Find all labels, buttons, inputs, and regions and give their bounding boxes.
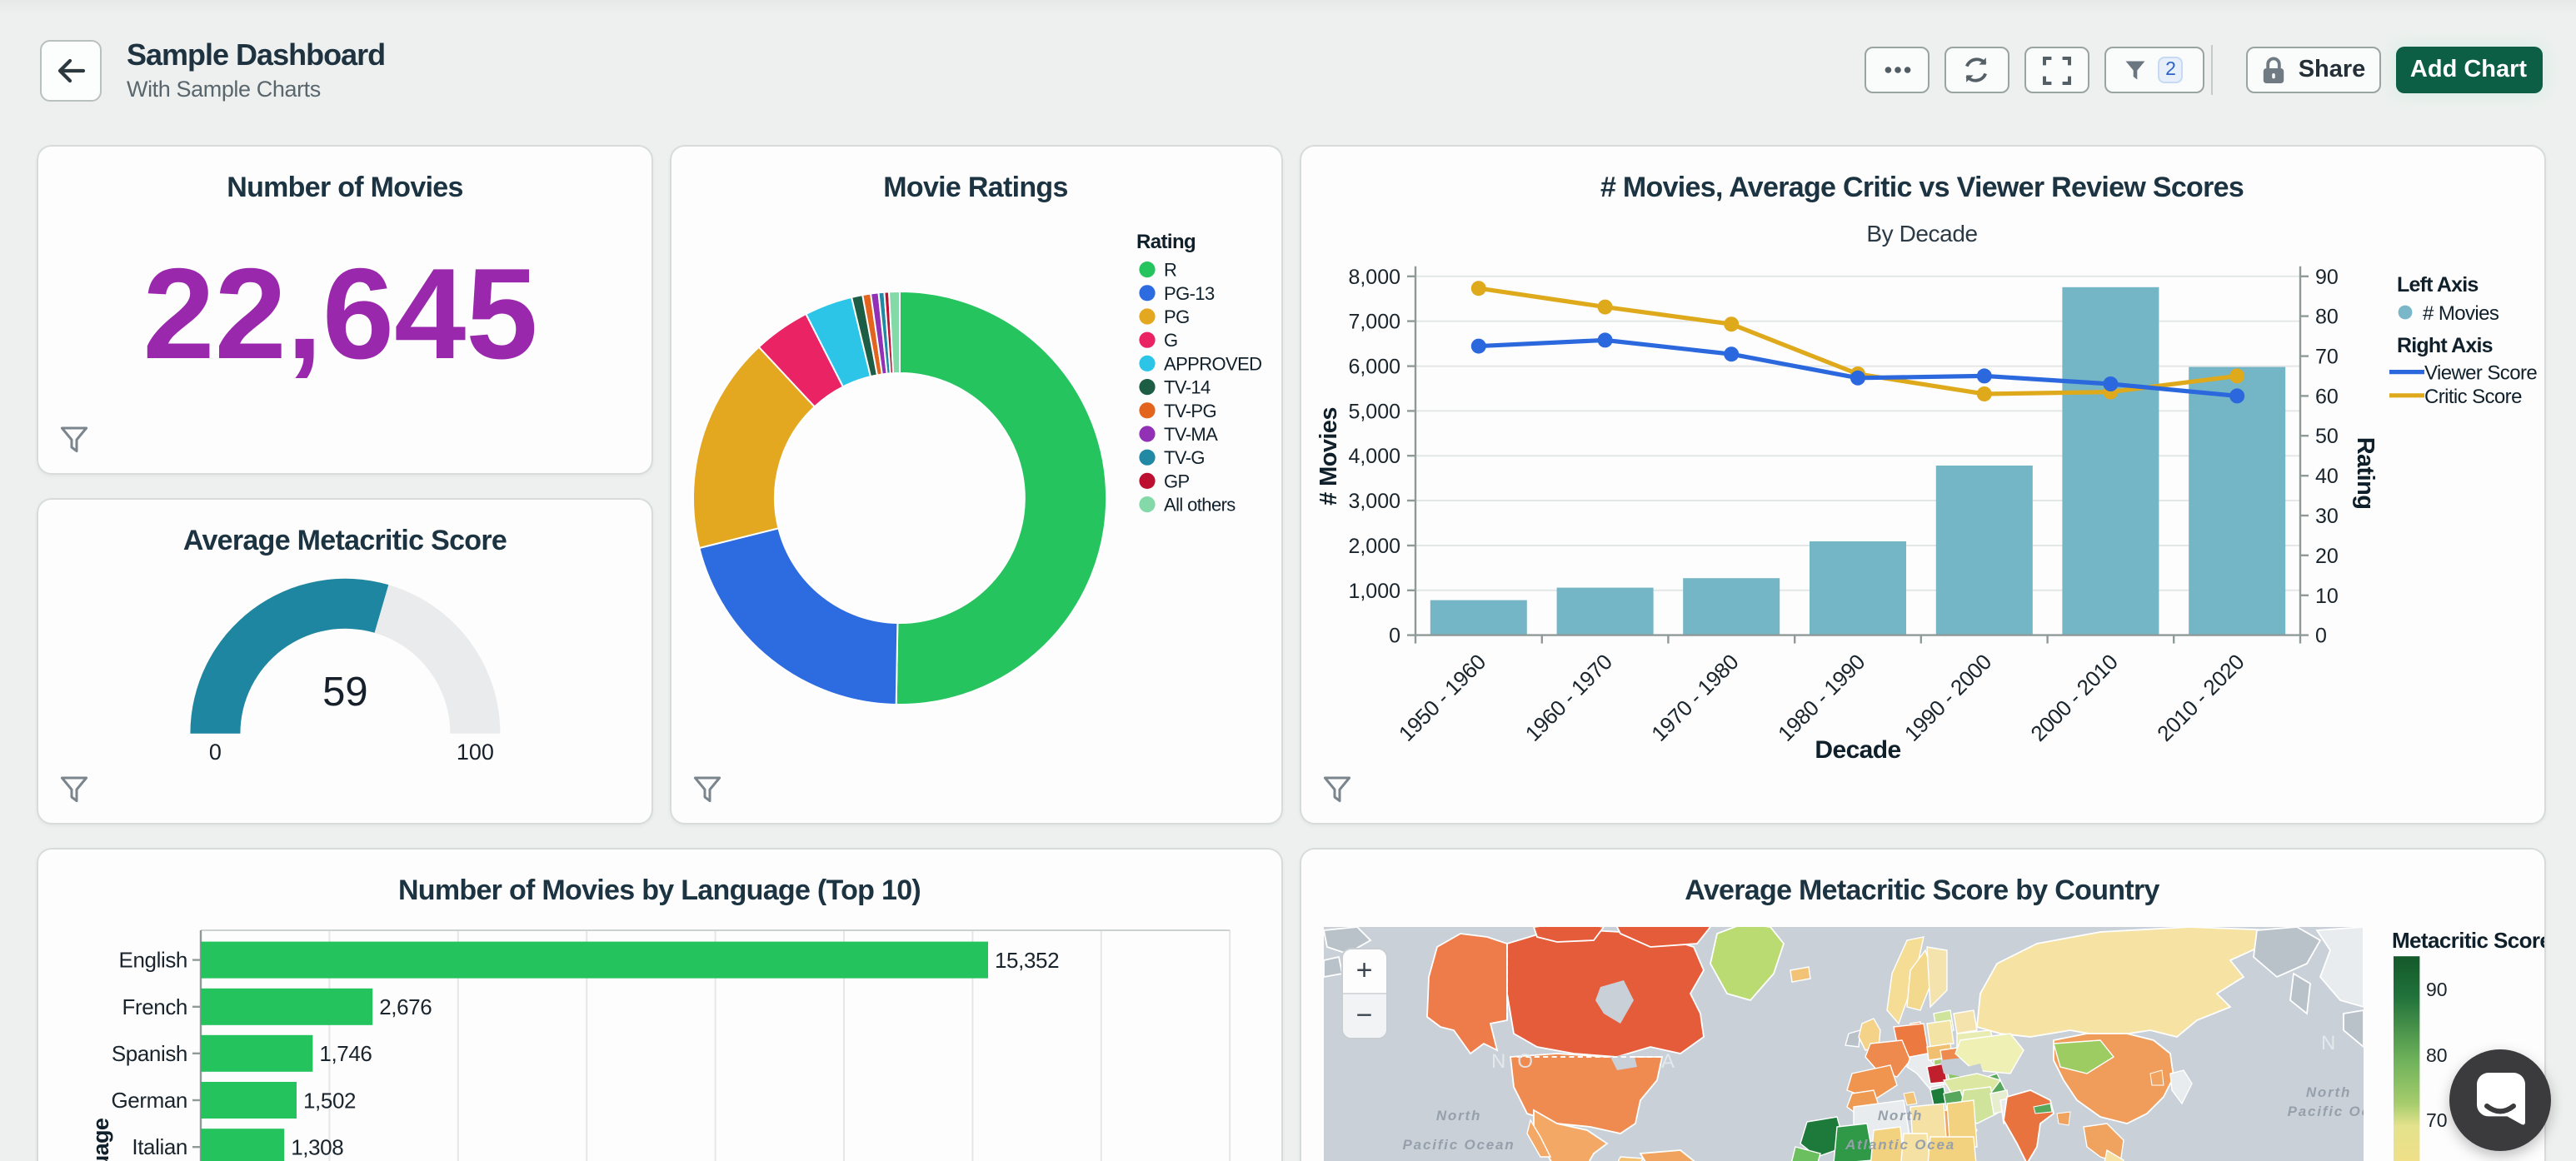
svg-text:TV-14: TV-14 (1163, 377, 1210, 398)
svg-text:# Movies: # Movies (1315, 407, 1341, 506)
svg-text:Italian: Italian (132, 1134, 187, 1159)
svg-text:APPROVED: APPROVED (1163, 353, 1261, 374)
svg-text:1,000: 1,000 (1347, 580, 1400, 603)
svg-text:TV-PG: TV-PG (1163, 401, 1216, 421)
svg-text:20: 20 (2314, 545, 2338, 568)
svg-text:Language: Language (88, 1118, 113, 1161)
svg-text:French: French (122, 994, 187, 1019)
svg-text:Rating: Rating (2351, 437, 2378, 510)
svg-text:NO: NO (1490, 1050, 1544, 1073)
svg-text:Atlantic Ocea: Atlantic Ocea (1844, 1137, 1954, 1153)
svg-text:1,502: 1,502 (303, 1088, 356, 1113)
svg-text:0: 0 (209, 740, 222, 765)
svg-text:English: English (119, 948, 187, 973)
svg-text:Pacific Ocean: Pacific Ocean (1402, 1137, 1515, 1153)
svg-text:Rating: Rating (1136, 231, 1195, 253)
svg-text:70: 70 (2314, 346, 2338, 369)
svg-text:North: North (2305, 1084, 2350, 1100)
svg-text:80: 80 (2314, 306, 2338, 329)
svg-text:Spanish: Spanish (112, 1041, 187, 1066)
svg-text:100: 100 (457, 740, 494, 765)
svg-text:Decade: Decade (1814, 736, 1900, 764)
svg-text:5,000: 5,000 (1347, 400, 1400, 423)
svg-text:6,000: 6,000 (1347, 355, 1400, 378)
svg-text:90: 90 (2425, 979, 2447, 1000)
svg-text:N: N (2320, 1032, 2346, 1054)
svg-text:All others: All others (1163, 495, 1235, 516)
svg-text:1990 - 2000: 1990 - 2000 (1899, 650, 1995, 746)
svg-text:1950 - 1960: 1950 - 1960 (1393, 650, 1490, 746)
svg-text:GP: GP (1163, 471, 1189, 491)
svg-text:2000 - 2010: 2000 - 2010 (2024, 650, 2121, 746)
svg-text:TV-MA: TV-MA (1163, 424, 1217, 445)
svg-text:15,352: 15,352 (995, 948, 1059, 973)
svg-text:4,000: 4,000 (1347, 445, 1400, 468)
svg-text:40: 40 (2314, 465, 2338, 488)
svg-text:PG: PG (1163, 306, 1189, 327)
svg-text:German: German (111, 1088, 187, 1113)
svg-text:North: North (1877, 1108, 1922, 1124)
svg-text:90: 90 (2314, 266, 2338, 289)
svg-text:A: A (1660, 1050, 1685, 1073)
svg-text:Critic Score: Critic Score (2424, 386, 2521, 408)
svg-text:PG-13: PG-13 (1163, 283, 1214, 304)
svg-text:TV-G: TV-G (1163, 447, 1204, 468)
svg-text:G: G (1163, 330, 1177, 351)
svg-text:2,000: 2,000 (1347, 535, 1400, 558)
svg-text:1970 - 1980: 1970 - 1980 (1645, 650, 1742, 746)
svg-text:2010 - 2020: 2010 - 2020 (2151, 650, 2248, 746)
svg-text:0: 0 (2314, 625, 2326, 648)
svg-text:59: 59 (322, 670, 368, 715)
svg-text:# Movies: # Movies (2422, 302, 2499, 325)
svg-text:1,746: 1,746 (319, 1041, 372, 1066)
svg-text:3,000: 3,000 (1347, 490, 1400, 513)
svg-text:7,000: 7,000 (1347, 311, 1400, 334)
svg-text:8,000: 8,000 (1347, 266, 1400, 289)
svg-text:60: 60 (2314, 385, 2338, 408)
svg-text:2,676: 2,676 (379, 994, 432, 1019)
svg-text:North: North (1435, 1108, 1480, 1124)
svg-text:Viewer Score: Viewer Score (2424, 362, 2536, 385)
svg-text:R: R (1163, 260, 1176, 281)
svg-text:50: 50 (2314, 425, 2338, 448)
svg-text:1960 - 1970: 1960 - 1970 (1520, 650, 1616, 746)
svg-text:1980 - 1990: 1980 - 1990 (1772, 650, 1869, 746)
svg-text:Right Axis: Right Axis (2396, 334, 2492, 357)
svg-text:10: 10 (2314, 585, 2338, 608)
svg-text:80: 80 (2425, 1044, 2447, 1066)
svg-text:Pacific Ocea: Pacific Ocea (2287, 1104, 2389, 1119)
svg-text:0: 0 (1388, 625, 1400, 648)
svg-text:Left Axis: Left Axis (2396, 273, 2477, 296)
svg-text:70: 70 (2425, 1109, 2447, 1131)
svg-text:1,308: 1,308 (291, 1135, 343, 1160)
svg-text:30: 30 (2314, 505, 2338, 528)
